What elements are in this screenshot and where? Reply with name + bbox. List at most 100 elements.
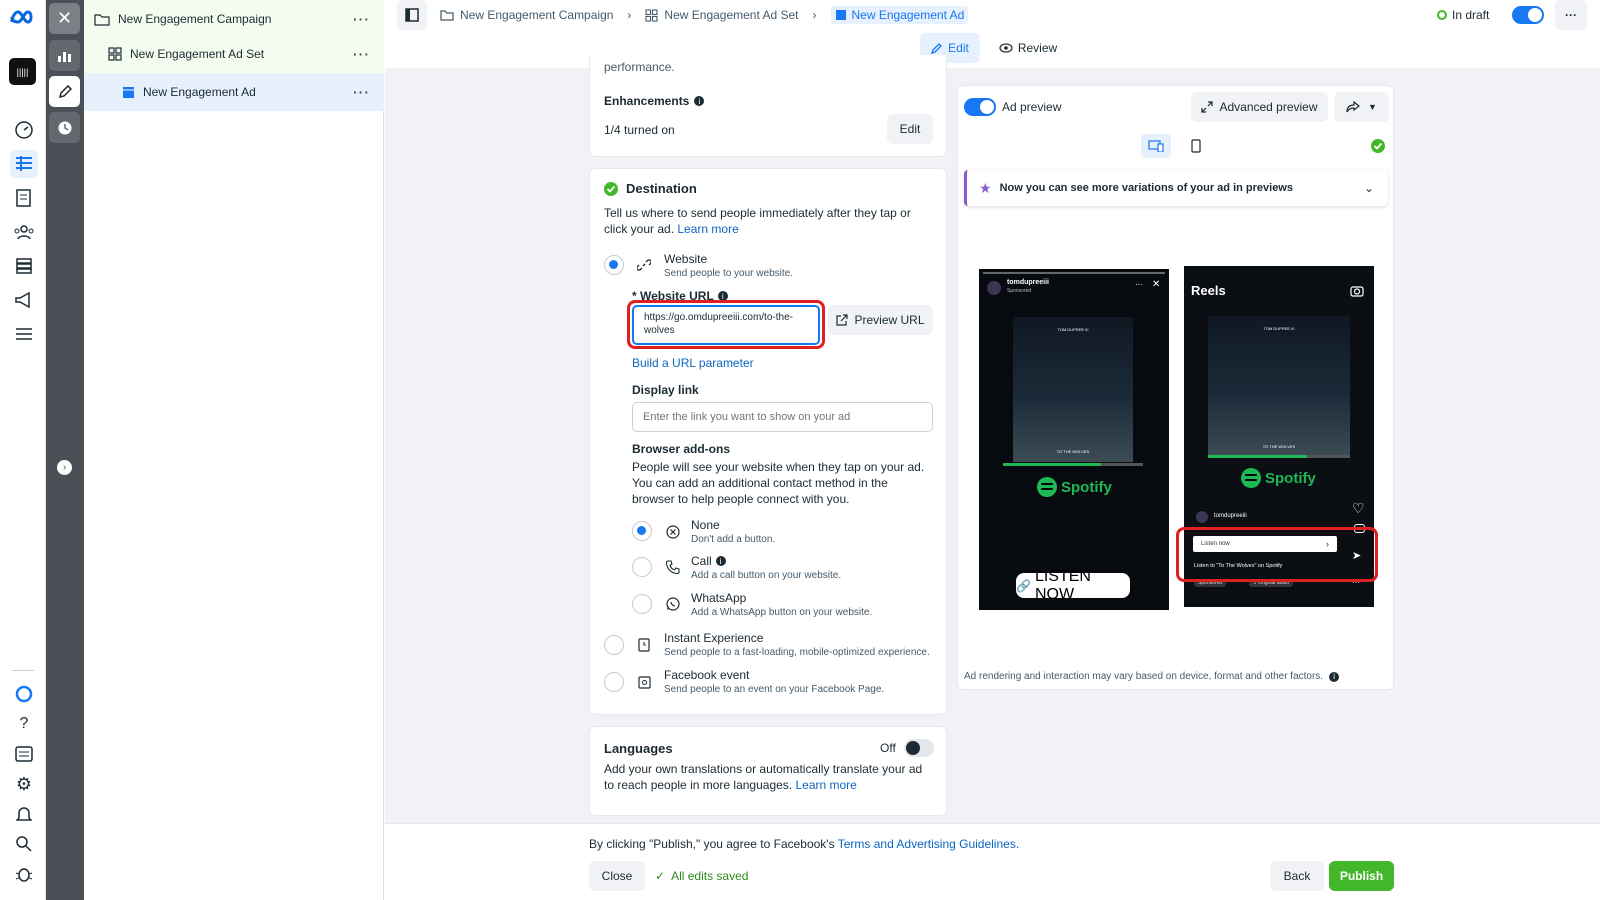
ad-preview-panel: Ad preview Advanced preview ▼ ★ Now you … <box>957 85 1394 690</box>
enhancements-card: performance. Enhancements i 1/4 turned o… <box>589 55 947 157</box>
publish-button[interactable]: Publish <box>1329 861 1394 891</box>
instant-experience-icon <box>638 638 650 652</box>
preview-url-button[interactable]: Preview URL <box>828 305 933 335</box>
preview-disclaimer-row: Ad rendering and interaction may vary ba… <box>964 671 1340 682</box>
tree-item-ad[interactable]: New Engagement Ad ··· <box>84 73 384 111</box>
insights-chart-icon[interactable] <box>49 40 80 71</box>
campaign-megaphone-icon[interactable] <box>10 286 38 314</box>
enhancements-title: Enhancements <box>604 94 690 108</box>
heart-icon: ♡ <box>1352 500 1365 516</box>
website-url-value: https://go.omdupreeiii.com/to-the-wolves <box>644 312 793 336</box>
ads-manager-table-icon[interactable] <box>10 150 38 178</box>
breadcrumb-ad[interactable]: New Engagement Ad <box>830 6 969 24</box>
addon-none-title: None <box>691 518 720 532</box>
addon-call-desc: Add a call button on your website. <box>691 570 842 581</box>
settings-gear-icon[interactable]: ⚙ <box>10 770 38 798</box>
breadcrumb-ad-label: New Engagement Ad <box>851 8 965 22</box>
help-icon[interactable]: ? <box>10 710 38 738</box>
bug-report-icon[interactable] <box>10 860 38 888</box>
languages-toggle[interactable] <box>904 739 934 757</box>
close-editor-icon[interactable]: ✕ <box>49 3 80 34</box>
display-link-label: Display link <box>632 383 699 397</box>
global-nav: ||||| ? ⚙ <box>0 0 46 900</box>
share-dropdown-button[interactable]: ▼ <box>1334 92 1389 122</box>
edit-pencil-icon[interactable] <box>49 76 80 107</box>
addon-none-desc: Don't add a button. <box>691 534 776 545</box>
news-icon[interactable] <box>10 740 38 768</box>
facebook-event-desc: Send people to an event on your Facebook… <box>664 684 885 695</box>
ad-preview-toggle[interactable] <box>964 98 996 116</box>
edit-pencil-icon <box>931 43 943 54</box>
adset-grid-icon <box>645 8 658 22</box>
meta-ai-icon[interactable] <box>10 680 38 708</box>
toggle-sidebar-icon[interactable] <box>397 0 427 30</box>
pages-icon[interactable] <box>10 184 38 212</box>
website-radio[interactable] <box>604 255 624 275</box>
enhancements-title-row: Enhancements i <box>604 94 705 108</box>
mobile-view-icon[interactable] <box>1181 134 1211 158</box>
history-clock-icon[interactable] <box>49 112 80 143</box>
story-cta-label: LISTEN NOW <box>1034 567 1091 603</box>
chevron-down-icon[interactable]: ⌄ <box>1364 181 1374 195</box>
reels-username: tomdupreeiii <box>1214 513 1247 519</box>
ad-more-icon[interactable]: ··· <box>353 84 370 100</box>
destination-learn-more-link[interactable]: Learn more <box>677 222 738 236</box>
addon-call-title: Call <box>691 554 712 568</box>
search-icon[interactable] <box>10 830 38 858</box>
tree-item-adset[interactable]: New Engagement Ad Set ··· <box>84 35 384 73</box>
info-icon[interactable]: i <box>694 96 705 106</box>
billing-icon[interactable] <box>10 252 38 280</box>
folder-icon <box>440 10 454 21</box>
menu-icon[interactable] <box>10 320 38 348</box>
campaign-more-icon[interactable]: ··· <box>353 11 370 27</box>
display-link-input[interactable] <box>632 402 933 432</box>
story-avatar <box>987 281 1001 295</box>
addon-none-radio[interactable] <box>632 521 652 541</box>
camera-icon <box>1350 286 1364 297</box>
variations-banner-text: Now you can see more variations of your … <box>999 182 1293 194</box>
destination-desc-text: Tell us where to send people immediately… <box>604 206 911 236</box>
tree-item-campaign[interactable]: New Engagement Campaign ··· <box>84 0 384 38</box>
info-icon[interactable]: i <box>1329 671 1340 682</box>
addon-call-radio[interactable] <box>632 557 652 577</box>
advanced-preview-button[interactable]: Advanced preview <box>1191 92 1328 122</box>
breadcrumb-campaign[interactable]: New Engagement Campaign <box>460 8 613 22</box>
top-header: New Engagement Campaign › New Engagement… <box>385 0 1600 68</box>
destination-card: Destination Tell us where to send people… <box>589 168 947 715</box>
info-icon[interactable]: i <box>715 556 726 566</box>
ad-on-off-toggle[interactable] <box>1512 6 1544 24</box>
build-url-parameter-link[interactable]: Build a URL parameter <box>632 356 754 370</box>
expand-chevron-icon[interactable]: › <box>57 460 72 475</box>
audiences-icon[interactable] <box>10 218 38 246</box>
folder-icon <box>94 13 110 26</box>
desktop-mobile-view-icon[interactable] <box>1141 134 1171 158</box>
tree-ad-label: New Engagement Ad <box>143 85 256 99</box>
website-desc: Send people to your website. <box>664 268 793 279</box>
story-preview: tomdupreeiii Sponsored ··· ✕ TOM DUPREE … <box>979 269 1169 610</box>
languages-learn-more-link[interactable]: Learn more <box>795 778 856 792</box>
variations-banner[interactable]: ★ Now you can see more variations of you… <box>964 170 1388 206</box>
website-title: Website <box>664 252 708 266</box>
review-tab[interactable]: Review <box>993 33 1063 63</box>
footer-bar: By clicking "Publish," you agree to Face… <box>385 823 1600 900</box>
enhancements-edit-button[interactable]: Edit <box>887 114 933 144</box>
more-options-button[interactable]: ··· <box>1555 0 1587 30</box>
close-button[interactable]: Close <box>589 861 645 891</box>
facebook-event-radio[interactable] <box>604 672 624 692</box>
breadcrumb-adset[interactable]: New Engagement Ad Set <box>664 8 798 22</box>
instant-experience-radio[interactable] <box>604 635 624 655</box>
addon-whatsapp-title: WhatsApp <box>691 591 747 605</box>
back-button[interactable]: Back <box>1270 861 1324 891</box>
adset-more-icon[interactable]: ··· <box>353 46 370 62</box>
website-url-input[interactable]: https://go.omdupreeiii.com/to-the-wolves <box>632 305 820 345</box>
notifications-bell-icon[interactable] <box>10 800 38 828</box>
dashboard-icon[interactable] <box>10 116 38 144</box>
story-username: tomdupreeiii <box>1007 279 1050 286</box>
meta-logo-icon[interactable] <box>8 8 40 36</box>
story-listen-now-button[interactable]: 🔗 LISTEN NOW <box>1016 568 1130 603</box>
account-avatar[interactable]: ||||| <box>9 58 36 85</box>
story-sponsored: Sponsored <box>1007 288 1032 294</box>
instant-experience-desc: Send people to a fast-loading, mobile-op… <box>664 647 930 658</box>
addon-whatsapp-radio[interactable] <box>632 594 652 614</box>
terms-link[interactable]: Terms and Advertising Guidelines. <box>838 837 1019 851</box>
